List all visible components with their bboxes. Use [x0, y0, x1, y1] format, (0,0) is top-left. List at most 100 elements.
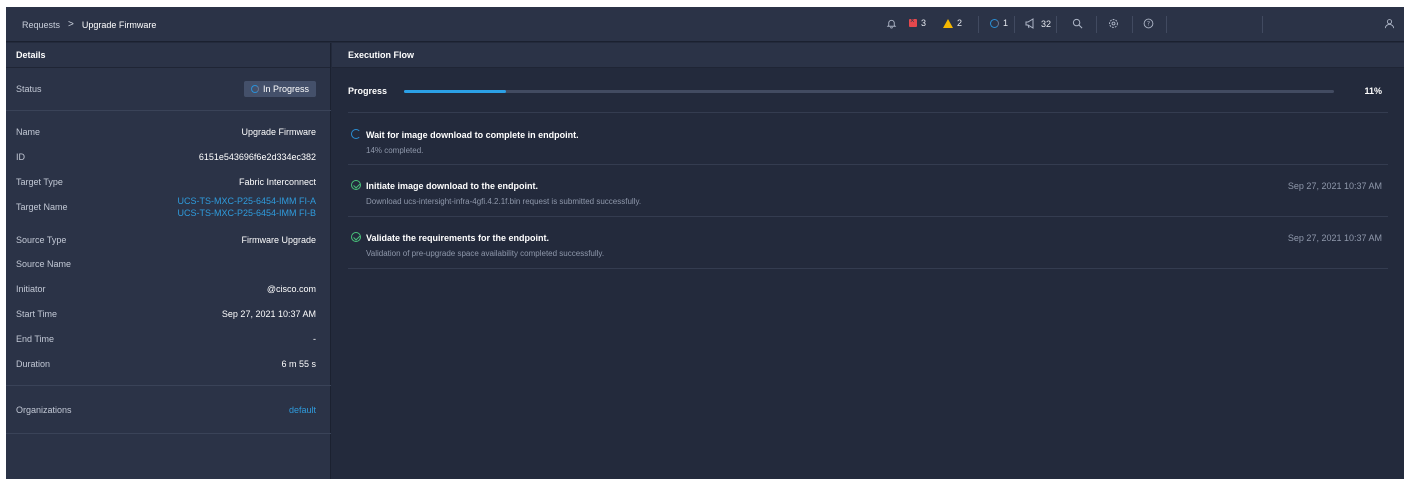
requests-icon [990, 18, 999, 28]
announcements-button[interactable]: 32 [1025, 18, 1051, 29]
user-menu-button[interactable] [1384, 18, 1395, 29]
divider [6, 433, 331, 434]
step-item: Wait for image download to complete in e… [351, 129, 1386, 155]
duration-label: Duration [16, 359, 51, 369]
target-name-row: Target Name UCS-TS-MXC-P25-6454-IMM FI-A… [16, 194, 316, 220]
organizations-link[interactable]: default [289, 405, 316, 415]
organizations-row: Organizations default [16, 405, 316, 415]
target-type-row: Target Type Fabric Interconnect [16, 177, 316, 187]
step-item: Validate the requirements for the endpoi… [351, 232, 1386, 258]
step-title: Validate the requirements for the endpoi… [366, 233, 550, 243]
warning-alarms-button[interactable]: 2 [943, 18, 962, 28]
end-time-row: End Time - [16, 334, 316, 344]
step-time: Sep 27, 2021 10:37 AM [1287, 181, 1382, 191]
divider [348, 112, 1388, 113]
status-value: In Progress [262, 84, 309, 94]
step-title: Wait for image download to complete in e… [366, 130, 579, 140]
target-type-label: Target Type [16, 177, 63, 187]
source-name-label: Source Name [16, 259, 72, 269]
target-name-link-b[interactable]: UCS-TS-MXC-P25-6454-IMM FI-B [177, 208, 316, 218]
source-type-label: Source Type [16, 235, 67, 245]
in-progress-icon [351, 129, 361, 139]
step-description: 14% completed. [366, 146, 424, 155]
check-circle-icon [351, 232, 361, 242]
user-icon [1384, 19, 1395, 29]
topbar-divider [1166, 16, 1167, 33]
step-title: Initiate image download to the endpoint. [366, 181, 538, 191]
progress-label: Progress [348, 86, 388, 96]
step-item: Initiate image download to the endpoint.… [351, 180, 1386, 206]
critical-alarms-button[interactable]: 3 [909, 16, 926, 28]
divider [6, 385, 331, 386]
in-progress-icon [250, 85, 259, 93]
initiator-row: Initiator @cisco.com [16, 284, 316, 294]
details-panel: Details Status In Progress Name Upgrade … [6, 43, 331, 479]
search-button[interactable] [1072, 18, 1083, 29]
topbar-divider [1262, 16, 1263, 33]
end-time-value: - [313, 334, 316, 344]
requests-button[interactable]: 1 [990, 18, 1008, 28]
app-frame: Requests > Upgrade Firmware 3 2 1 32 [6, 7, 1404, 479]
execution-flow-header: Execution Flow [332, 43, 1404, 68]
announcement-icon [1025, 18, 1034, 29]
topbar-divider [1096, 16, 1097, 33]
status-label: Status [16, 84, 42, 94]
step-description: Validation of pre-upgrade space availabi… [366, 249, 605, 258]
bell-icon [886, 19, 897, 29]
start-time-value: Sep 27, 2021 10:37 AM [221, 309, 316, 319]
breadcrumb-requests-link[interactable]: Requests [22, 20, 60, 30]
topbar-divider [978, 16, 979, 33]
organizations-label: Organizations [16, 405, 72, 415]
id-value: 6151e543696f6e2d334ec382 [198, 152, 316, 162]
target-name-link-a[interactable]: UCS-TS-MXC-P25-6454-IMM FI-A [177, 196, 316, 206]
topbar-divider [1132, 16, 1133, 33]
source-type-row: Source Type Firmware Upgrade [16, 235, 316, 245]
notifications-button[interactable] [886, 18, 897, 29]
execution-flow-panel: Execution Flow Progress 11% Wait for ima… [332, 43, 1404, 479]
progress-bar [404, 89, 1334, 93]
source-type-value: Firmware Upgrade [241, 235, 316, 245]
breadcrumb: Requests > Upgrade Firmware [22, 19, 156, 30]
settings-button[interactable] [1108, 18, 1119, 29]
breadcrumb-current: Upgrade Firmware [81, 19, 157, 30]
name-label: Name [16, 127, 41, 137]
duration-row: Duration 6 m 55 s [16, 359, 316, 369]
start-time-label: Start Time [16, 309, 58, 319]
initiator-label: Initiator [16, 284, 46, 294]
search-icon [1072, 18, 1083, 29]
step-time: Sep 27, 2021 10:37 AM [1287, 233, 1382, 243]
initiator-value: @cisco.com [266, 284, 316, 294]
divider [348, 216, 1388, 217]
name-row: Name Upgrade Firmware [16, 127, 316, 137]
target-name-values: UCS-TS-MXC-P25-6454-IMM FI-A UCS-TS-MXC-… [177, 196, 316, 218]
name-value: Upgrade Firmware [241, 127, 316, 137]
settings-icon [1109, 19, 1118, 28]
source-name-row: Source Name [16, 259, 316, 269]
status-badge: In Progress [243, 81, 316, 97]
target-type-value: Fabric Interconnect [238, 177, 316, 187]
id-row: ID 6151e543696f6e2d334ec382 [16, 152, 316, 162]
step-description: Download ucs-intersight-infra-4gfi.4.2.1… [366, 197, 642, 206]
help-icon: ? [1143, 18, 1154, 29]
warning-alarm-count: 2 [957, 18, 963, 28]
divider [6, 110, 331, 111]
progress-row: Progress 11% [348, 76, 1388, 106]
help-button[interactable]: ? [1143, 18, 1154, 29]
end-time-label: End Time [16, 334, 55, 344]
duration-value: 6 m 55 s [281, 359, 316, 369]
progress-percent: 11% [1364, 86, 1382, 96]
divider [348, 268, 1388, 269]
status-row: Status In Progress [16, 81, 316, 97]
target-name-label: Target Name [16, 202, 68, 212]
topbar-divider [1056, 16, 1057, 33]
divider [348, 164, 1388, 165]
id-label: ID [16, 152, 25, 162]
requests-count: 1 [1003, 18, 1009, 28]
check-circle-icon [351, 180, 361, 190]
top-bar: Requests > Upgrade Firmware 3 2 1 32 [6, 7, 1404, 42]
warning-icon [943, 18, 953, 28]
topbar-divider [1014, 16, 1015, 33]
start-time-row: Start Time Sep 27, 2021 10:37 AM [16, 309, 316, 319]
announcements-count: 32 [1041, 18, 1052, 29]
details-header: Details [6, 43, 330, 68]
